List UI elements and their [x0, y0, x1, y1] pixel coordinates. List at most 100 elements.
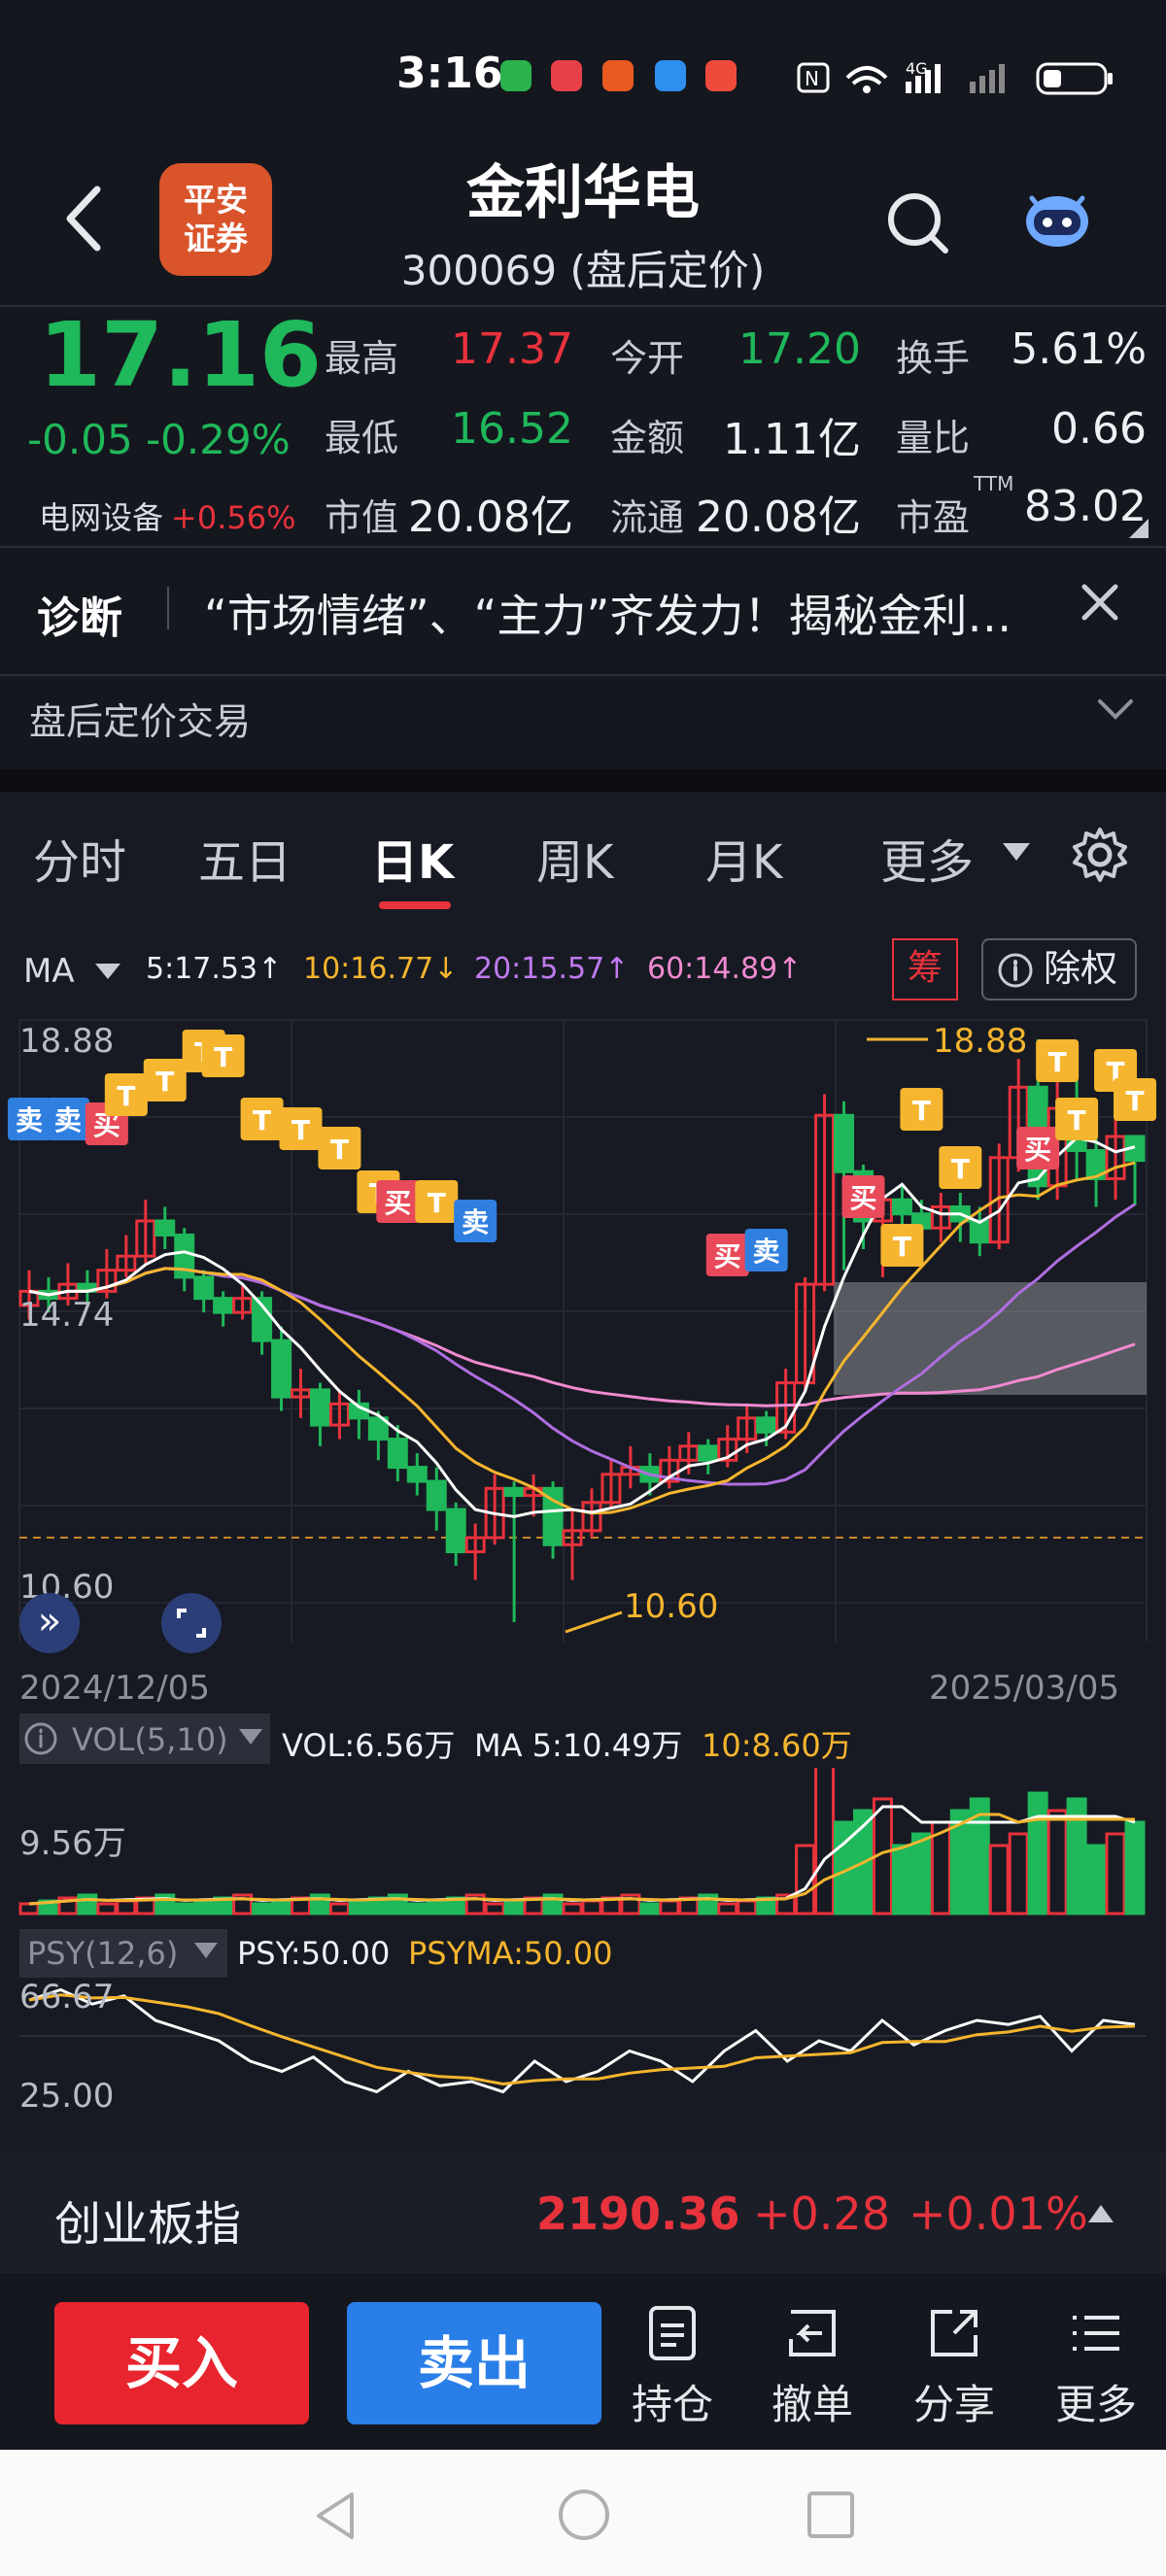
broker-logo: 平安 证券	[159, 163, 272, 276]
settings-gear-icon[interactable]	[1071, 826, 1129, 884]
huawei-icon	[551, 60, 582, 91]
expand-corner-icon[interactable]	[1127, 517, 1150, 540]
message-icon	[655, 60, 686, 91]
menu-list-icon	[1073, 2316, 1119, 2351]
tab-daily-k[interactable]: 日K	[371, 824, 454, 892]
network-label: 4G	[906, 59, 928, 78]
search-icon[interactable]	[879, 185, 957, 262]
stock-name: 金利华电	[466, 159, 700, 227]
psyma-value: PSYMA:50.00	[408, 1935, 613, 1972]
vol-ma10: 10:8.60万	[702, 1727, 852, 1764]
svg-text:T: T	[1068, 1104, 1086, 1136]
nav-home-icon[interactable]	[556, 2487, 612, 2543]
svg-text:T: T	[253, 1104, 271, 1136]
tab-more[interactable]: 更多	[880, 824, 974, 892]
svg-text:T: T	[893, 1231, 911, 1263]
diagnosis-headline[interactable]: “市场情绪”、“主力”齐发力！揭秘金利…	[204, 581, 1079, 645]
peak-label: 18.88	[933, 1022, 1028, 1061]
amount-label: 金额	[610, 417, 685, 459]
low-value: 16.52	[451, 404, 573, 454]
psy-indicator-label[interactable]: PSY(12,6)	[27, 1935, 178, 1972]
fullscreen-button[interactable]	[159, 1591, 223, 1655]
dropdown-arrow-icon[interactable]	[192, 1941, 220, 1960]
svg-text:T: T	[117, 1080, 135, 1112]
chip-distribution-button[interactable]: 筹	[892, 938, 958, 1000]
svg-text:买: 买	[714, 1240, 741, 1272]
psy-axis-bottom: 25.00	[19, 2077, 115, 2116]
svg-text:卖: 卖	[462, 1206, 489, 1238]
cancel-order-button[interactable]: 撤单	[754, 2304, 871, 2431]
y-axis-mid: 14.74	[19, 1296, 115, 1335]
tab-intraday[interactable]: 分时	[33, 824, 126, 892]
wechat-icon	[500, 60, 532, 91]
expand-left-button[interactable]: »	[19, 1593, 80, 1653]
svg-text:卖: 卖	[16, 1104, 43, 1136]
current-price: 17.16	[39, 303, 323, 407]
dropdown-arrow-icon[interactable]	[1001, 841, 1032, 863]
undo-icon	[789, 2310, 836, 2356]
vol-axis-label: 9.56万	[19, 1824, 126, 1863]
high-label: 最高	[325, 337, 399, 380]
cancel-order-label: 撤单	[771, 2381, 853, 2428]
vol-indicator-label[interactable]: VOL(5,10)	[72, 1721, 228, 1758]
svg-text:T: T	[1125, 1085, 1144, 1117]
close-icon[interactable]	[1077, 579, 1123, 626]
more-label: 更多	[1054, 2381, 1137, 2428]
svg-text:T: T	[214, 1041, 232, 1073]
float-value: 20.08亿	[696, 492, 861, 542]
info-icon[interactable]	[23, 1721, 58, 1756]
volume-chart	[18, 1768, 1146, 1915]
active-tab-indicator	[379, 901, 451, 909]
amount-value: 1.11亿	[723, 415, 861, 464]
document-icon	[649, 2306, 696, 2360]
svg-text:买: 买	[384, 1187, 411, 1219]
divider	[0, 546, 1166, 548]
share-label: 分享	[912, 2381, 995, 2428]
sell-button[interactable]: 卖出	[347, 2302, 601, 2424]
y-axis-high: 18.88	[19, 1022, 115, 1061]
ma-dropdown-icon[interactable]	[93, 962, 122, 981]
svg-text:买: 买	[849, 1182, 876, 1214]
share-button[interactable]: 分享	[896, 2304, 1012, 2431]
svg-text:T: T	[912, 1095, 931, 1127]
more-button[interactable]: 更多	[1038, 2304, 1154, 2431]
tab-five-day[interactable]: 五日	[198, 824, 292, 892]
pingan-bank-icon	[602, 60, 634, 91]
section-gap	[0, 769, 1166, 793]
date-end: 2025/03/05	[929, 1669, 1119, 1708]
sector-info[interactable]: 电网设备 +0.56%	[39, 493, 295, 538]
position-button[interactable]: 持仓	[614, 2304, 731, 2431]
nav-back-icon[interactable]	[309, 2489, 363, 2543]
vol-value: VOL:6.56万	[282, 1727, 456, 1764]
ai-assistant-icon[interactable]	[1022, 185, 1092, 254]
candlestick-chart[interactable]: 卖卖买TTTTTTTT买T卖买卖买TTT买TTTT	[0, 1010, 1166, 1671]
ex-rights-label: 除权	[1044, 947, 1118, 990]
trough-label: 10.60	[624, 1587, 719, 1626]
back-button[interactable]	[56, 180, 115, 257]
status-bar: 3:16 N 4G	[0, 0, 1166, 146]
tab-weekly-k[interactable]: 周K	[536, 824, 613, 892]
ma-selector[interactable]: MA	[23, 952, 75, 991]
logo-line-1: 平安	[184, 181, 248, 219]
svg-text:T: T	[1048, 1046, 1067, 1078]
volratio-value: 0.66	[1051, 404, 1147, 454]
price-change: -0.05 -0.29%	[27, 416, 291, 463]
after-hours-label[interactable]: 盘后定价交易	[29, 692, 251, 745]
status-time: 3:16	[396, 49, 503, 98]
ma10-value: 10:16.77↓	[303, 952, 459, 986]
dropdown-arrow-icon[interactable]	[237, 1727, 264, 1746]
pe-label: 市盈	[896, 496, 971, 539]
svg-text:T: T	[428, 1187, 446, 1219]
sector-pct: +0.56%	[171, 499, 296, 536]
ex-rights-button[interactable]: 除权	[981, 938, 1137, 1000]
sector-name: 电网设备	[39, 499, 164, 536]
tab-monthly-k[interactable]: 月K	[705, 824, 782, 892]
expand-up-icon[interactable]	[1086, 2203, 1115, 2224]
svg-text:卖: 卖	[54, 1104, 82, 1136]
buy-button[interactable]: 买入	[54, 2302, 309, 2424]
psy-chart	[19, 1987, 1147, 2094]
svg-text:T: T	[330, 1134, 349, 1166]
nav-recents-icon[interactable]	[805, 2489, 857, 2541]
chevron-down-icon[interactable]	[1094, 688, 1137, 730]
svg-text:T: T	[155, 1066, 174, 1098]
